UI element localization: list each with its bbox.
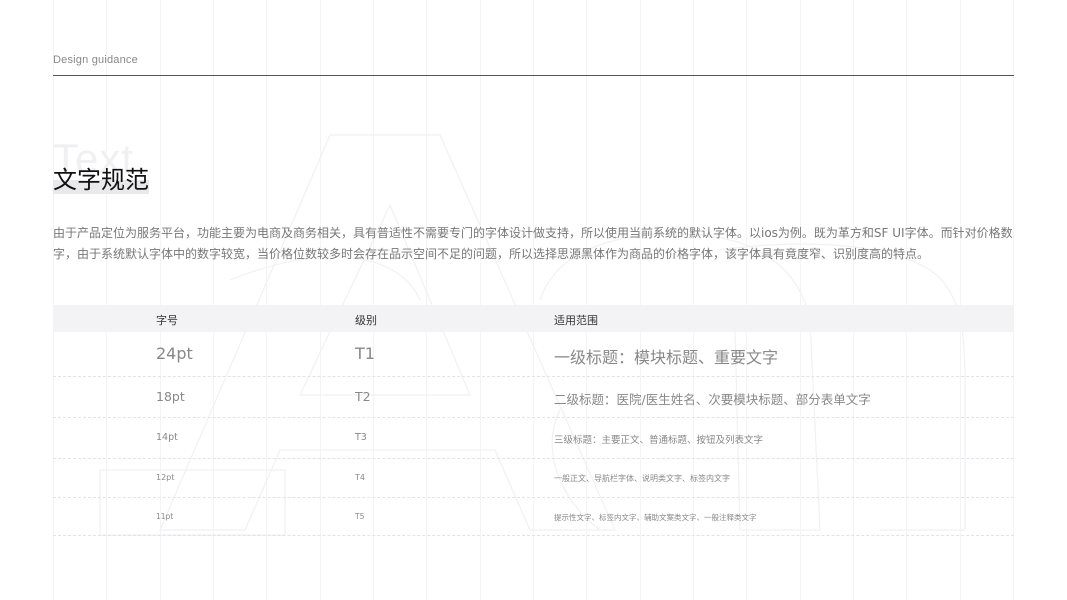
cell-size: 24pt bbox=[156, 344, 193, 363]
cell-size: 18pt bbox=[156, 389, 185, 404]
table-row: 12pt T4 一般正文、导航栏字体、说明类文字、标签内文字 bbox=[53, 459, 1014, 498]
section-label: Design guidance bbox=[53, 54, 138, 66]
cell-level: T3 bbox=[355, 432, 367, 443]
cell-usage: 一般正文、导航栏字体、说明类文字、标签内文字 bbox=[554, 474, 730, 483]
cell-size: 11pt bbox=[156, 512, 174, 521]
header-usage: 适用范围 bbox=[554, 314, 598, 327]
header-level: 级别 bbox=[355, 314, 377, 327]
typography-table: 字号 级别 适用范围 24pt T1 一级标题：模块标题、重要文字 18pt T… bbox=[53, 305, 1014, 536]
cell-size: 12pt bbox=[156, 473, 175, 482]
cell-size: 14pt bbox=[156, 432, 178, 443]
table-row: 11pt T5 提示性文字、标签内文字、辅助文案类文字、一般注释类文字 bbox=[53, 498, 1014, 536]
cell-level: T5 bbox=[355, 512, 365, 521]
header-bar: Design guidance bbox=[53, 54, 1014, 76]
table-row: 14pt T3 三级标题：主要正文、普通标题、按钮及列表文字 bbox=[53, 418, 1014, 459]
cell-level: T4 bbox=[355, 473, 365, 482]
cell-usage: 提示性文字、标签内文字、辅助文案类文字、一般注释类文字 bbox=[554, 513, 757, 522]
table-row: 18pt T2 二级标题：医院/医生姓名、次要模块标题、部分表单文字 bbox=[53, 377, 1014, 418]
description-paragraph: 由于产品定位为服务平台，功能主要为电商及商务相关，具有普适性不需要专门的字体设计… bbox=[53, 226, 1013, 261]
cell-usage: 二级标题：医院/医生姓名、次要模块标题、部分表单文字 bbox=[554, 392, 871, 407]
header-size: 字号 bbox=[156, 314, 178, 327]
cell-usage: 一级标题：模块标题、重要文字 bbox=[554, 348, 779, 367]
table-header: 字号 级别 适用范围 bbox=[53, 305, 1014, 332]
design-guidance-page: Design guidance Text 文字规范 由于产品定位为服务平台，功能… bbox=[0, 0, 1067, 600]
cell-level: T2 bbox=[355, 389, 371, 404]
cell-level: T1 bbox=[355, 344, 375, 363]
page-title: 文字规范 bbox=[53, 166, 149, 194]
cell-usage: 三级标题：主要正文、普通标题、按钮及列表文字 bbox=[554, 435, 764, 446]
table-row: 24pt T1 一级标题：模块标题、重要文字 bbox=[53, 332, 1014, 377]
